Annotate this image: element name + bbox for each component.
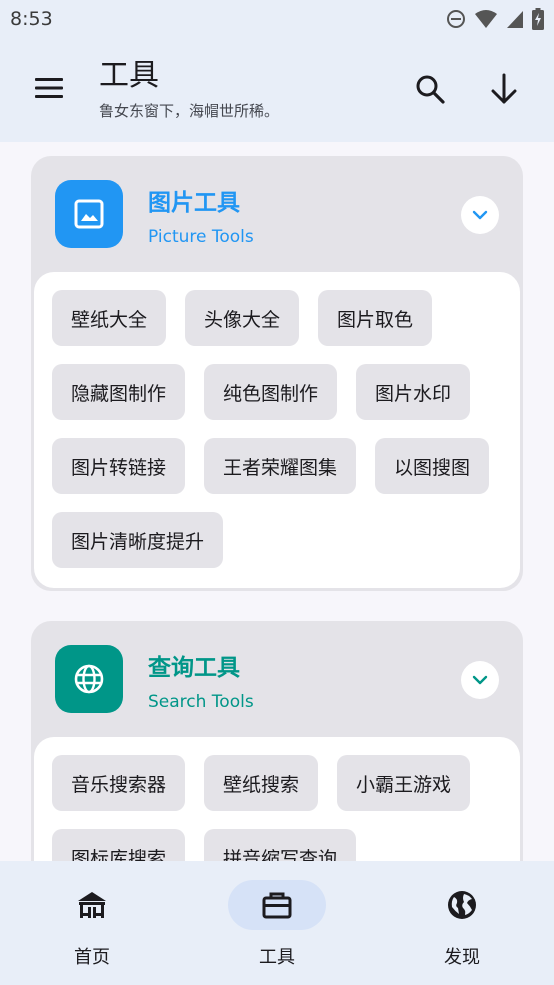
page-subtitle: 鲁女东窗下，海帽世所稀。	[99, 102, 280, 120]
toolbox-icon	[262, 892, 292, 919]
wifi-icon	[475, 10, 497, 28]
chip-pinyin-lookup[interactable]: 拼音缩写查询	[204, 829, 357, 861]
search-tools-icon-box	[55, 645, 123, 713]
chip-color-picker[interactable]: 图片取色	[318, 290, 433, 346]
nav-label-home: 首页	[74, 947, 110, 968]
picture-tools-card: 图片工具 Picture Tools 壁纸大全 头像大全 图片取色 隐藏图制作 …	[31, 156, 523, 591]
picture-tools-icon-box	[55, 180, 123, 248]
battery-icon	[532, 8, 544, 30]
chip-watermark[interactable]: 图片水印	[356, 364, 471, 420]
chip-nes-games[interactable]: 小霸王游戏	[337, 755, 471, 811]
globe-icon	[448, 891, 476, 919]
status-time: 8:53	[10, 8, 53, 30]
search-tools-subtitle: Search Tools	[148, 692, 254, 712]
picture-tools-header[interactable]: 图片工具 Picture Tools	[31, 156, 523, 272]
nav-pill-discover	[413, 880, 511, 930]
chip-row: 图标库搜索 拼音缩写查询	[52, 829, 520, 861]
chip-row: 音乐搜索器 壁纸搜索 小霸王游戏	[52, 755, 520, 811]
picture-tools-title: 图片工具	[148, 190, 240, 216]
picture-tools-body: 壁纸大全 头像大全 图片取色 隐藏图制作 纯色图制作 图片水印 图片转链接 王者…	[34, 272, 520, 588]
chip-row: 隐藏图制作 纯色图制作 图片水印	[52, 364, 520, 420]
chip-hidden-image[interactable]: 隐藏图制作	[52, 364, 186, 420]
chip-music-search[interactable]: 音乐搜索器	[52, 755, 186, 811]
app-bar: 工具 鲁女东窗下，海帽世所稀。	[0, 38, 554, 142]
chip-row: 图片清晰度提升	[52, 512, 520, 568]
nav-pill-tools	[228, 880, 326, 930]
bottom-nav: 首页 工具 发现	[0, 861, 554, 985]
nav-item-home[interactable]: 首页	[22, 861, 162, 985]
image-icon	[74, 199, 104, 229]
nav-pill-home	[43, 880, 141, 930]
search-icon[interactable]	[414, 73, 446, 105]
home-icon	[78, 892, 106, 918]
nav-item-tools[interactable]: 工具	[207, 861, 347, 985]
status-bar: 8:53	[0, 0, 554, 38]
nav-item-discover[interactable]: 发现	[392, 861, 532, 985]
chevron-down-icon	[472, 210, 488, 220]
search-tools-header[interactable]: 查询工具 Search Tools	[31, 621, 523, 737]
picture-tools-expand-button[interactable]	[461, 196, 499, 234]
arrow-down-icon[interactable]	[488, 72, 520, 106]
menu-icon[interactable]	[33, 76, 65, 100]
chip-row: 图片转链接 王者荣耀图集 以图搜图	[52, 438, 520, 494]
signal-icon	[507, 11, 523, 28]
chip-image-to-link[interactable]: 图片转链接	[52, 438, 186, 494]
picture-tools-subtitle: Picture Tools	[148, 227, 254, 247]
content-scroll[interactable]: 图片工具 Picture Tools 壁纸大全 头像大全 图片取色 隐藏图制作 …	[0, 142, 554, 861]
page-title: 工具	[99, 58, 159, 93]
chip-avatars[interactable]: 头像大全	[185, 290, 300, 346]
globe-icon	[74, 664, 104, 694]
chip-hok-gallery[interactable]: 王者荣耀图集	[204, 438, 357, 494]
search-tools-body: 音乐搜索器 壁纸搜索 小霸王游戏 图标库搜索 拼音缩写查询	[34, 737, 520, 861]
do-not-disturb-icon	[447, 10, 465, 28]
search-tools-title: 查询工具	[148, 655, 240, 681]
chip-reverse-image-search[interactable]: 以图搜图	[375, 438, 490, 494]
chip-row: 壁纸大全 头像大全 图片取色	[52, 290, 520, 346]
nav-label-discover: 发现	[444, 947, 480, 968]
chip-image-upscale[interactable]: 图片清晰度提升	[52, 512, 224, 568]
chip-icon-search[interactable]: 图标库搜索	[52, 829, 186, 861]
chip-solid-color-image[interactable]: 纯色图制作	[204, 364, 338, 420]
status-icons	[446, 8, 544, 30]
chip-wallpaper-search[interactable]: 壁纸搜索	[204, 755, 319, 811]
nav-label-tools: 工具	[259, 947, 295, 968]
chevron-down-icon	[472, 675, 488, 685]
chip-wallpapers[interactable]: 壁纸大全	[52, 290, 167, 346]
search-tools-card: 查询工具 Search Tools 音乐搜索器 壁纸搜索 小霸王游戏 图标库搜索…	[31, 621, 523, 861]
title-block: 工具 鲁女东窗下，海帽世所稀。	[99, 58, 279, 121]
search-tools-expand-button[interactable]	[461, 661, 499, 699]
